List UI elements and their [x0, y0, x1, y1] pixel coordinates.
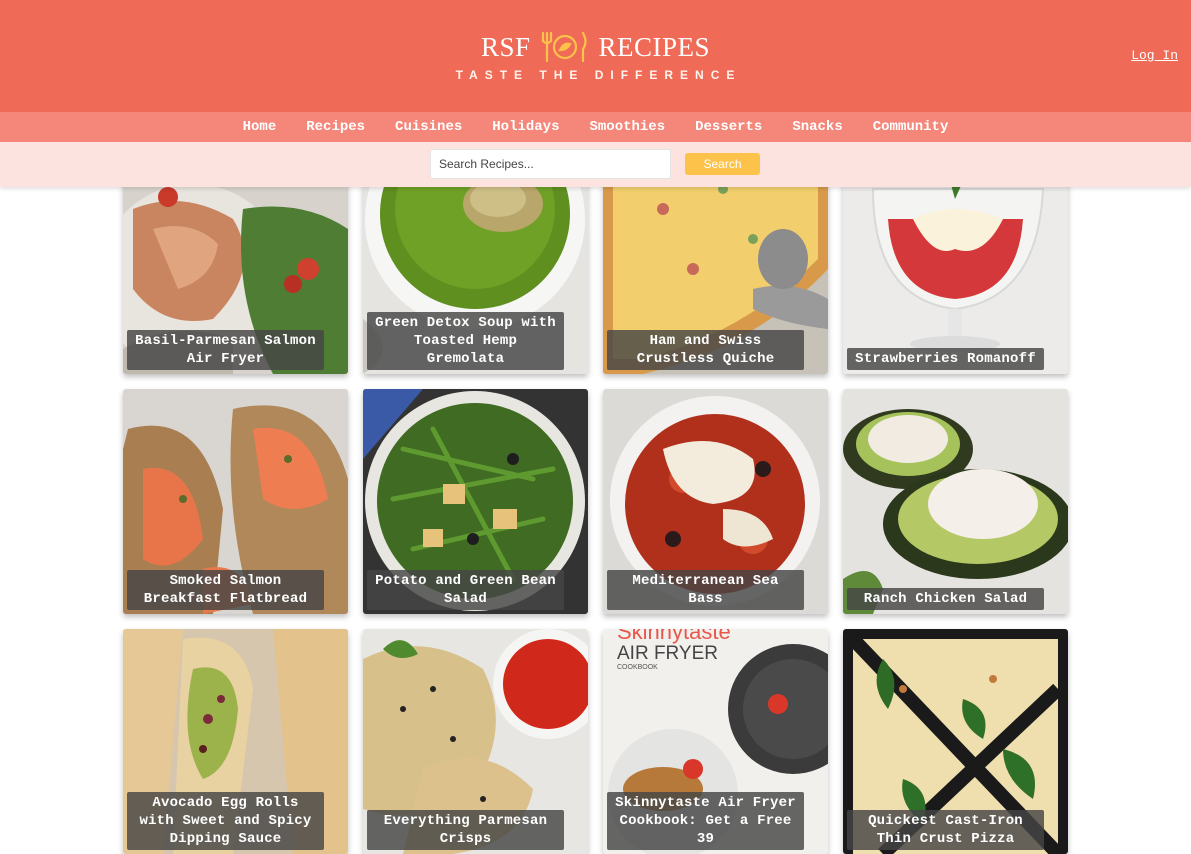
search-input[interactable] [430, 149, 671, 179]
recipe-title: Ranch Chicken Salad [847, 588, 1044, 610]
recipe-title: Green Detox Soup with Toasted Hemp Gremo… [367, 312, 564, 370]
recipe-grid: Basil-Parmesan Salmon Air Fryer Green De… [123, 0, 1069, 854]
recipe-card[interactable]: Everything Parmesan Crisps [363, 629, 588, 854]
search-button[interactable]: Search [685, 153, 760, 175]
recipe-card[interactable]: Skinnytaste AIR FRYER COOKBOOK Skinnytas… [603, 629, 828, 854]
svg-text:Skinnytaste: Skinnytaste [617, 629, 731, 644]
svg-text:AIR FRYER: AIR FRYER [617, 643, 718, 664]
recipe-title: Basil-Parmesan Salmon Air Fryer [127, 330, 324, 370]
recipe-card[interactable]: Mediterranean Sea Bass [603, 389, 828, 614]
login-link[interactable]: Log In [1131, 48, 1178, 63]
recipe-card[interactable]: Quickest Cast-Iron Thin Crust Pizza [843, 629, 1068, 854]
recipe-title: Mediterranean Sea Bass [607, 570, 804, 610]
search-bar: Search [0, 142, 1191, 187]
recipe-title: Quickest Cast-Iron Thin Crust Pizza [847, 810, 1044, 850]
recipe-title: Potato and Green Bean Salad [367, 570, 564, 610]
recipe-title: Strawberries Romanoff [847, 348, 1044, 370]
recipe-title: Skinnytaste Air Fryer Cookbook: Get a Fr… [607, 792, 804, 850]
recipe-title: Ham and Swiss Crustless Quiche [607, 330, 804, 370]
recipe-card[interactable]: Ranch Chicken Salad [843, 389, 1068, 614]
recipe-title: Avocado Egg Rolls with Sweet and Spicy D… [127, 792, 324, 850]
svg-text:COOKBOOK: COOKBOOK [617, 664, 658, 671]
recipe-title: Smoked Salmon Breakfast Flatbread [127, 570, 324, 610]
recipe-card[interactable]: Smoked Salmon Breakfast Flatbread [123, 389, 348, 614]
recipe-image [843, 389, 1068, 614]
recipe-card[interactable]: Potato and Green Bean Salad [363, 389, 588, 614]
recipe-card[interactable]: Avocado Egg Rolls with Sweet and Spicy D… [123, 629, 348, 854]
recipe-title: Everything Parmesan Crisps [367, 810, 564, 850]
